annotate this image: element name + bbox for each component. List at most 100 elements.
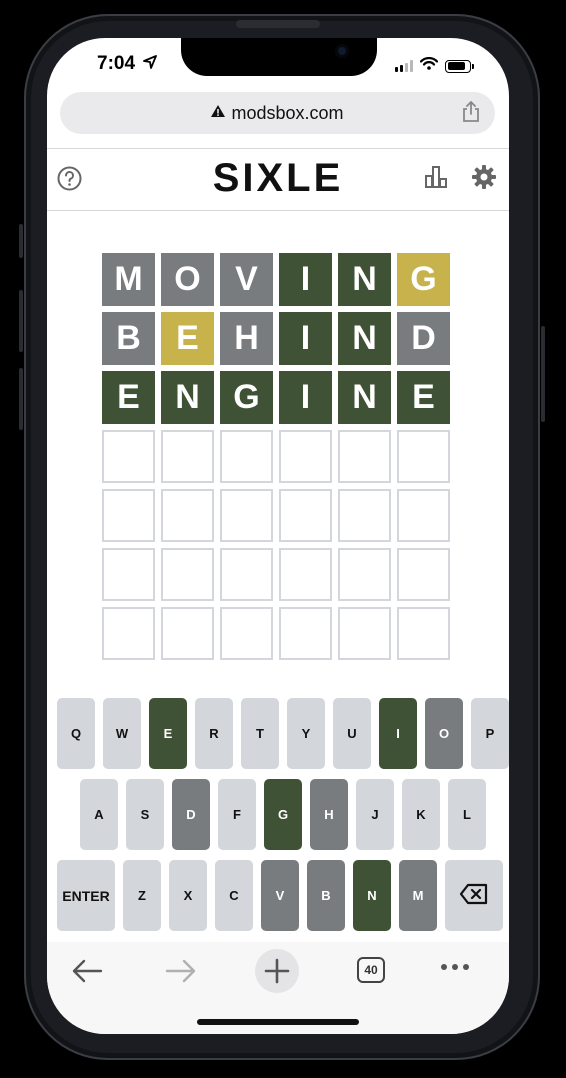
- front-camera: [335, 44, 349, 58]
- enter-key[interactable]: ENTER: [57, 860, 115, 931]
- board-tile: [397, 548, 450, 601]
- new-tab-icon[interactable]: [255, 949, 299, 993]
- status-indicators: [395, 57, 474, 75]
- board-tile: V: [220, 253, 273, 306]
- board-tile: [220, 430, 273, 483]
- key-e[interactable]: E: [149, 698, 187, 769]
- key-q[interactable]: Q: [57, 698, 95, 769]
- key-v[interactable]: V: [261, 860, 299, 931]
- board-tile: [338, 548, 391, 601]
- key-m[interactable]: M: [399, 860, 437, 931]
- key-c[interactable]: C: [215, 860, 253, 931]
- board-tile: O: [161, 253, 214, 306]
- key-p[interactable]: P: [471, 698, 509, 769]
- key-s[interactable]: S: [126, 779, 164, 850]
- board-tile: N: [338, 312, 391, 365]
- game-board: MOVINGBEHINDENGINE: [102, 253, 450, 660]
- board-tile: [102, 489, 155, 542]
- key-w[interactable]: W: [103, 698, 141, 769]
- board-tile: [102, 548, 155, 601]
- key-o[interactable]: O: [425, 698, 463, 769]
- board-tile: E: [161, 312, 214, 365]
- key-j[interactable]: J: [356, 779, 394, 850]
- board-tile: [220, 548, 273, 601]
- board-tile: I: [279, 371, 332, 424]
- key-y[interactable]: Y: [287, 698, 325, 769]
- board-tile: I: [279, 253, 332, 306]
- key-k[interactable]: K: [402, 779, 440, 850]
- board-tile: [279, 489, 332, 542]
- board-tile: E: [102, 371, 155, 424]
- stats-icon[interactable]: [423, 165, 449, 194]
- board-tile: [161, 548, 214, 601]
- key-b[interactable]: B: [307, 860, 345, 931]
- board-tile: H: [220, 312, 273, 365]
- tab-count: 40: [357, 957, 385, 983]
- backspace-icon: [459, 883, 489, 908]
- board-tile: [220, 607, 273, 660]
- board-tile: [397, 607, 450, 660]
- forward-arrow-icon[interactable]: [163, 956, 199, 986]
- status-time: 7:04: [97, 53, 136, 74]
- volume-down-button: [19, 368, 23, 430]
- settings-icon[interactable]: [471, 164, 497, 195]
- keyboard-row-2: ASDFGHJKL: [80, 779, 486, 850]
- header-top-divider: [47, 148, 509, 149]
- board-tile: I: [279, 312, 332, 365]
- key-l[interactable]: L: [448, 779, 486, 850]
- board-tile: G: [397, 253, 450, 306]
- key-x[interactable]: X: [169, 860, 207, 931]
- board-tile: [279, 430, 332, 483]
- url-text: modsbox.com: [231, 102, 344, 123]
- board-tile: [338, 607, 391, 660]
- notch: [181, 38, 377, 76]
- power-button: [541, 326, 545, 422]
- board-tile: [161, 607, 214, 660]
- board-tile: [279, 548, 332, 601]
- location-arrow-icon: [143, 55, 157, 74]
- key-t[interactable]: T: [241, 698, 279, 769]
- key-a[interactable]: A: [80, 779, 118, 850]
- key-d[interactable]: D: [172, 779, 210, 850]
- backspace-key[interactable]: [445, 860, 503, 931]
- board-tile: B: [102, 312, 155, 365]
- earpiece: [236, 20, 320, 28]
- back-arrow-icon[interactable]: [69, 956, 105, 986]
- silent-switch: [19, 224, 23, 258]
- board-tile: N: [338, 371, 391, 424]
- board-tile: N: [161, 371, 214, 424]
- wifi-icon: [419, 57, 439, 75]
- keyboard-row-3: ENTER Z X C V B N M: [57, 860, 503, 931]
- key-z[interactable]: Z: [123, 860, 161, 931]
- header-bottom-divider: [47, 210, 509, 211]
- board-tile: [161, 430, 214, 483]
- home-indicator[interactable]: [197, 1019, 359, 1025]
- board-tile: [102, 430, 155, 483]
- share-icon[interactable]: [461, 100, 481, 128]
- board-tile: [220, 489, 273, 542]
- board-tile: [397, 489, 450, 542]
- board-tile: [161, 489, 214, 542]
- board-tile: [279, 607, 332, 660]
- board-tile: [102, 607, 155, 660]
- address-bar[interactable]: modsbox.com: [60, 92, 495, 134]
- volume-up-button: [19, 290, 23, 352]
- key-i[interactable]: I: [379, 698, 417, 769]
- board-tile: E: [397, 371, 450, 424]
- key-g[interactable]: G: [264, 779, 302, 850]
- board-tile: D: [397, 312, 450, 365]
- tabs-icon[interactable]: 40: [357, 957, 385, 983]
- keyboard-row-1: QWERTYUIOP: [57, 698, 509, 769]
- key-r[interactable]: R: [195, 698, 233, 769]
- lock-warning-icon: [211, 104, 226, 122]
- board-tile: [338, 430, 391, 483]
- key-u[interactable]: U: [333, 698, 371, 769]
- board-tile: M: [102, 253, 155, 306]
- board-tile: N: [338, 253, 391, 306]
- battery-icon: [445, 59, 474, 73]
- key-h[interactable]: H: [310, 779, 348, 850]
- board-tile: [338, 489, 391, 542]
- key-f[interactable]: F: [218, 779, 256, 850]
- key-n[interactable]: N: [353, 860, 391, 931]
- more-icon[interactable]: [441, 964, 469, 970]
